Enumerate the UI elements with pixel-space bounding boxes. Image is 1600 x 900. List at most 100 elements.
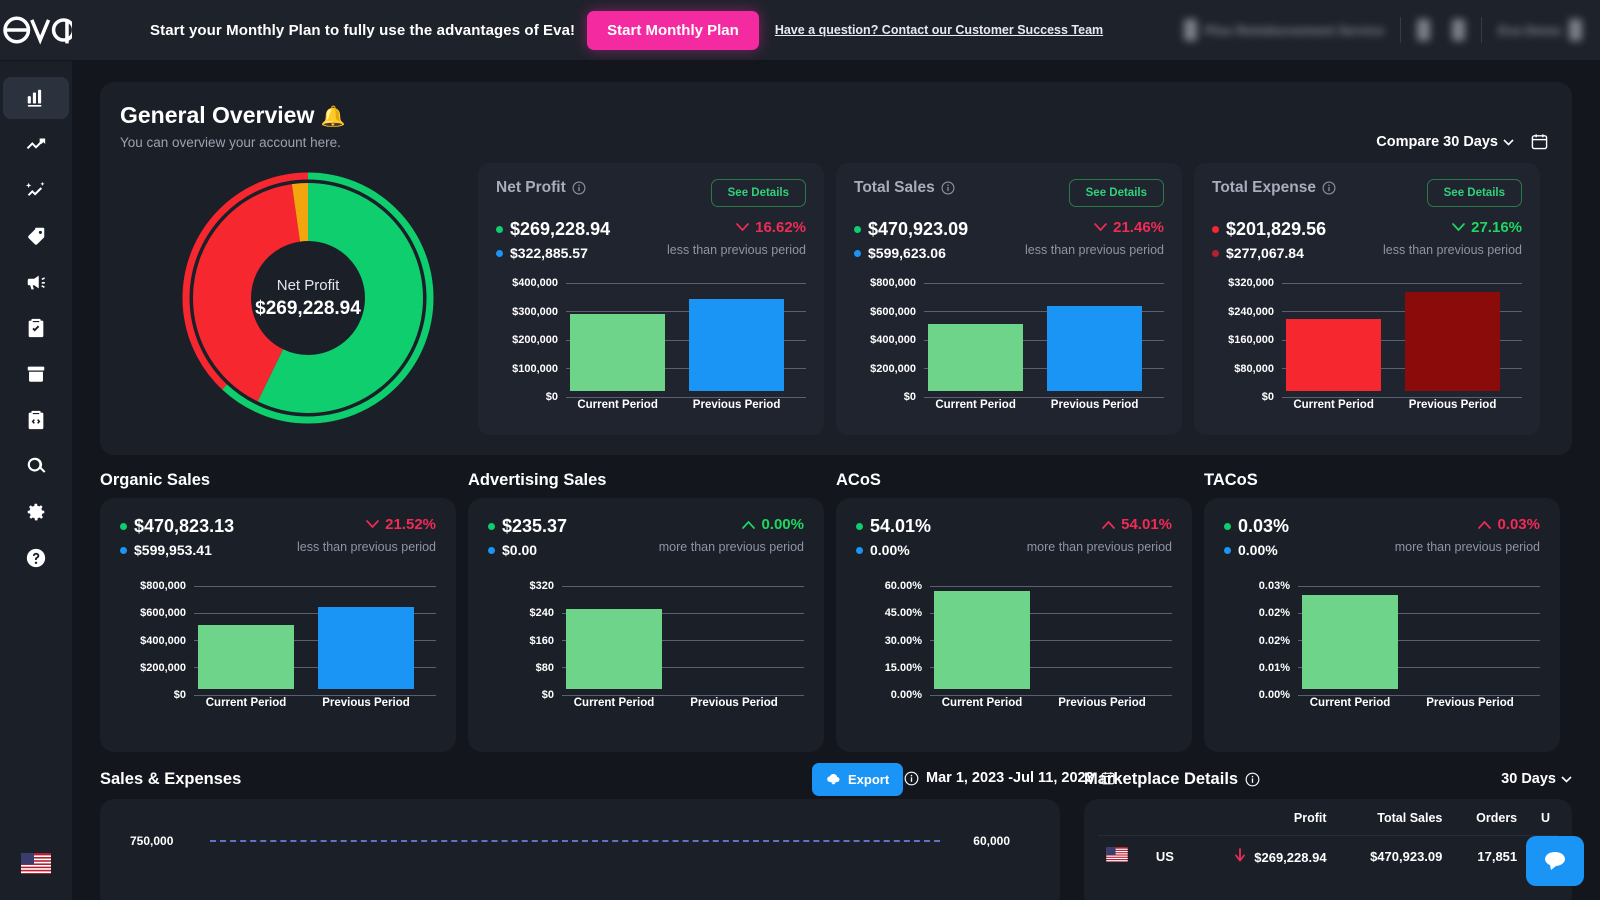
- see-details-button[interactable]: See Details: [1068, 179, 1164, 207]
- question-circle-icon: [26, 548, 46, 568]
- sidebar-item-analytics[interactable]: [3, 123, 69, 165]
- column-header[interactable]: Total Sales: [1335, 801, 1451, 836]
- tag-icon: [28, 227, 45, 245]
- bar-current-period[interactable]: [934, 591, 1030, 689]
- x-axis-label: Previous Period: [690, 697, 778, 709]
- apps-icon[interactable]: [1452, 19, 1466, 41]
- x-axis-labels: Current Period Previous Period: [1302, 697, 1518, 709]
- change-caption: less than previous period: [1025, 243, 1164, 257]
- column-header[interactable]: Orders: [1450, 801, 1525, 836]
- sidebar-item-tasks[interactable]: [3, 307, 69, 349]
- metric-section-title: Organic Sales: [100, 471, 211, 489]
- bar-current-period[interactable]: [1302, 595, 1398, 689]
- current-value: $201,829.56: [1212, 219, 1326, 240]
- eva-logo[interactable]: [0, 10, 72, 50]
- compare-range-selector[interactable]: Compare 30 Days: [1376, 134, 1514, 150]
- arrow-down-icon: [1094, 223, 1107, 232]
- y-axis-tick: $800,000: [870, 277, 916, 289]
- megaphone-icon: [27, 275, 45, 290]
- sidebar-item-dashboard[interactable]: [3, 77, 69, 119]
- change-percent: 0.03%: [1395, 516, 1540, 533]
- chevron-down-icon: [1561, 775, 1572, 783]
- sidebar-item-insights[interactable]: [3, 169, 69, 211]
- metric-card-body: $470,823.13 $599,953.41 21.52% less than pr…: [100, 498, 456, 752]
- change-percent: 21.52%: [297, 516, 436, 533]
- card-title: Total Expense: [1212, 179, 1336, 197]
- table-row[interactable]: US$269,228.94$470,923.0917,8511: [1098, 835, 1558, 876]
- y-axis-tick: 0.02%: [1258, 634, 1290, 647]
- divider-2: [1481, 17, 1483, 43]
- contact-support-link[interactable]: Have a question? Contact our Customer Su…: [775, 23, 1103, 37]
- bar-current-period[interactable]: [928, 324, 1024, 391]
- archive-box-icon: [27, 366, 45, 382]
- bar-chart-icon: [27, 89, 42, 107]
- export-button[interactable]: Export: [812, 763, 904, 796]
- y-axis-tick: $80: [535, 661, 554, 674]
- metric-card-advertising-sales: $235.37 $0.00 0.00% more than previous peri…: [468, 498, 824, 752]
- sidebar-item-search[interactable]: [3, 445, 69, 487]
- bar-previous-period[interactable]: [688, 299, 785, 391]
- card-header: Net Profit See Details: [496, 179, 806, 207]
- y-axis-tick: $0: [903, 391, 916, 403]
- y-axis-tick: $200,000: [140, 661, 186, 674]
- acos-chart: 60.00% 45.00% 30.00% 15.00% 0.00% Current Per…: [856, 580, 1172, 715]
- sidebar-item-pricing[interactable]: [3, 215, 69, 257]
- metric-section-title: TACoS: [1204, 471, 1258, 489]
- user-menu[interactable]: Eva Demo: [1498, 19, 1582, 41]
- gridline: [1298, 694, 1540, 696]
- marketplace-details-title: Marketplace Details: [1084, 770, 1260, 789]
- gridline: [562, 694, 804, 696]
- trend-down-icon: [1235, 847, 1246, 861]
- info-icon: [572, 181, 586, 195]
- bar-current-period[interactable]: [1286, 319, 1382, 391]
- column-header[interactable]: Profit: [1193, 801, 1335, 836]
- topbar-right-cluster: Plus Reimbursement Service Eva Demo: [1183, 17, 1600, 43]
- calendar-picker-button[interactable]: [1531, 133, 1548, 155]
- sidebar-item-inventory[interactable]: [3, 353, 69, 395]
- sidebar-item-help[interactable]: [3, 537, 69, 579]
- bars-group: [928, 277, 1143, 391]
- bar-previous-period[interactable]: [1046, 306, 1143, 391]
- column-header[interactable]: [1098, 801, 1148, 836]
- previous-value: $277,067.84: [1212, 245, 1326, 261]
- bar-current-period[interactable]: [566, 609, 662, 689]
- y-axis-tick: $320,000: [1228, 277, 1274, 289]
- y-axis-tick: 15.00%: [884, 661, 922, 674]
- bars-group: [570, 277, 785, 391]
- y-axis-tick: 30.00%: [884, 634, 922, 647]
- sidebar-item-advertising[interactable]: [3, 261, 69, 303]
- arrow-down-icon: [736, 223, 749, 232]
- account-selector[interactable]: Plus Reimbursement Service: [1183, 19, 1384, 41]
- dashboard-root: Start your Monthly Plan to fully use the…: [0, 0, 1600, 900]
- orders-cell: 17,851: [1450, 835, 1526, 876]
- net-profit-donut-chart: Net Profit $269,228.94: [178, 168, 438, 428]
- notification-icon[interactable]: [1417, 19, 1431, 41]
- start-monthly-plan-button[interactable]: Start Monthly Plan: [587, 10, 759, 50]
- bar-previous-period[interactable]: [318, 607, 414, 689]
- language-flag-button[interactable]: [21, 853, 51, 874]
- y-axis-tick: $200,000: [512, 334, 558, 346]
- x-axis-label: Previous Period: [1058, 697, 1146, 709]
- sidebar-item-settings[interactable]: [3, 491, 69, 533]
- y-axis-tick: $80,000: [1234, 362, 1274, 375]
- chat-widget-button[interactable]: [1526, 836, 1584, 886]
- y-axis-tick: $600,000: [140, 607, 186, 620]
- y-axis-tick: $0: [173, 689, 186, 701]
- card-values: $201,829.56 $277,067.84: [1212, 219, 1326, 261]
- metric-stats: 54.01% 0.00% 54.01% more than previous peri…: [856, 516, 1172, 558]
- net-profit-chart: $400,000 $300,000 $200,000 $100,000 $0 Curren…: [496, 277, 806, 417]
- bar-current-period[interactable]: [198, 625, 294, 689]
- us-flag-icon: [1106, 847, 1128, 862]
- column-header[interactable]: [1148, 801, 1193, 836]
- marketplace-days-selector[interactable]: 30 Days: [1501, 771, 1572, 787]
- y-axis-tick: $0: [545, 391, 558, 403]
- bar-previous-period[interactable]: [1404, 292, 1501, 391]
- see-details-button[interactable]: See Details: [1426, 179, 1522, 207]
- bar-current-period[interactable]: [570, 314, 666, 391]
- column-header[interactable]: U: [1525, 801, 1558, 836]
- y-axis-tick: 0.03%: [1258, 580, 1290, 592]
- sidebar-item-developer[interactable]: [3, 399, 69, 441]
- current-value: $235.37: [488, 516, 567, 537]
- gridline: [566, 396, 806, 398]
- see-details-button[interactable]: See Details: [710, 179, 806, 207]
